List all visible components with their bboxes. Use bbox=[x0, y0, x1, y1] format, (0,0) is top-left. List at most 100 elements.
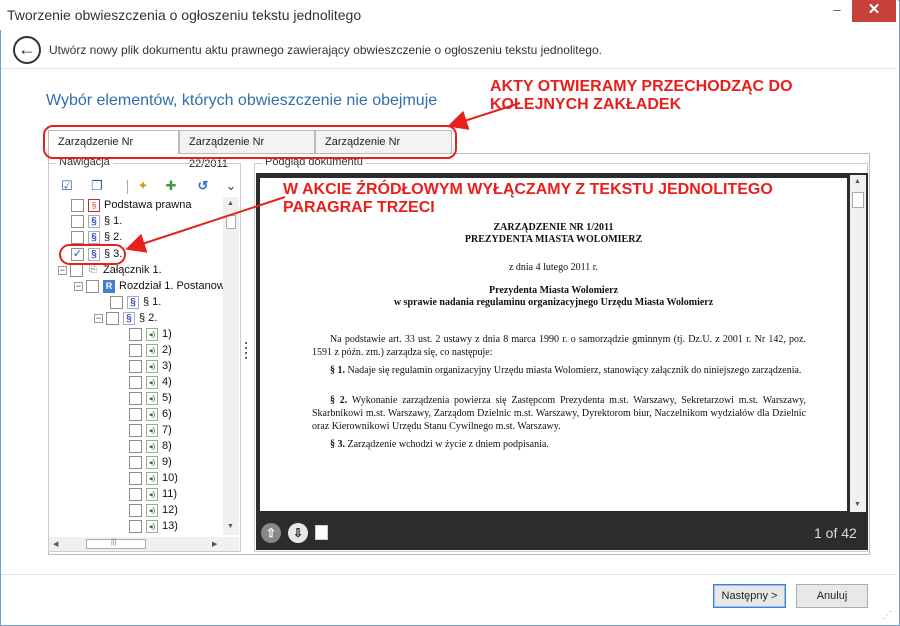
item-highlight-ellipse bbox=[59, 244, 126, 265]
scroll-left-icon[interactable]: ◀ bbox=[53, 540, 58, 548]
tree-checkbox[interactable] bbox=[106, 311, 119, 325]
tree-checkbox[interactable] bbox=[129, 503, 142, 517]
tree-item-zal-par-1[interactable]: § § 1. bbox=[110, 294, 161, 310]
tree-item-podstawa-prawna[interactable]: § Podstawa prawna bbox=[71, 197, 191, 213]
document-vertical-scrollbar[interactable]: ▲ ▼ bbox=[850, 175, 866, 512]
tree-checkbox[interactable] bbox=[129, 487, 142, 501]
tree-item-label: Rozdział 1. Postanow bbox=[119, 280, 223, 292]
chevron-down-icon[interactable]: ⌄ bbox=[223, 178, 239, 194]
close-button[interactable]: ✕ bbox=[852, 0, 896, 22]
expand-icon[interactable]: ✦ bbox=[135, 178, 151, 194]
tree-checkbox[interactable] bbox=[129, 359, 142, 373]
tree-item-point[interactable]: ◂) 9) bbox=[129, 454, 172, 470]
tree-item-point[interactable]: ◂) 12) bbox=[129, 502, 178, 518]
tree-item-label: 2) bbox=[162, 344, 172, 356]
cancel-button[interactable]: Anuluj bbox=[796, 584, 868, 608]
panel-splitter[interactable] bbox=[245, 342, 248, 362]
check-all-icon[interactable]: ☑ bbox=[59, 178, 75, 194]
collapse-toggle[interactable]: − bbox=[58, 265, 67, 275]
tree-item-point[interactable]: ◂) 1) bbox=[129, 326, 172, 342]
back-button[interactable]: ← bbox=[13, 36, 41, 64]
scroll-down-icon[interactable]: ▼ bbox=[854, 501, 861, 508]
tree-item-label: 3) bbox=[162, 360, 172, 372]
scroll-up-icon[interactable]: ▲ bbox=[227, 200, 234, 207]
scroll-up-icon[interactable]: ▲ bbox=[854, 178, 861, 185]
tree-checkbox[interactable] bbox=[129, 423, 142, 437]
scroll-thumb[interactable]: ||| bbox=[86, 539, 146, 549]
tree-item-label: Podstawa prawna bbox=[104, 199, 192, 211]
paragraph-icon: § bbox=[123, 311, 135, 325]
tree-item-label: 11) bbox=[162, 488, 178, 500]
next-page-button[interactable]: ⇩ bbox=[288, 523, 308, 543]
page-icon[interactable] bbox=[315, 525, 328, 540]
previous-page-button[interactable]: ⇧ bbox=[261, 523, 281, 543]
point-icon: ◂) bbox=[146, 439, 158, 453]
tree-item-par-1[interactable]: § § 1. bbox=[71, 213, 122, 229]
scroll-right-icon[interactable]: ▶ bbox=[212, 540, 217, 548]
scroll-thumb[interactable] bbox=[852, 192, 864, 208]
tree-checkbox[interactable] bbox=[71, 214, 84, 228]
tree-item-label: 7) bbox=[162, 424, 172, 436]
doc-paragraph-text: Nadaje się regulamin organizacyjny Urzęd… bbox=[347, 365, 802, 376]
tree-item-point[interactable]: ◂) 11) bbox=[129, 486, 177, 502]
tree-item-rozdzial-1[interactable]: − R Rozdział 1. Postanow bbox=[74, 278, 223, 294]
doc-paragraph-text: Zarządzenie wchodzi w życie z dniem podp… bbox=[347, 439, 549, 450]
doc-paragraph-1: § 1. Nadaje się regulamin organizacyjny … bbox=[312, 364, 806, 377]
tree-item-point[interactable]: ◂) 6) bbox=[129, 406, 172, 422]
tree-checkbox[interactable] bbox=[129, 455, 142, 469]
scroll-thumb[interactable] bbox=[226, 215, 236, 229]
tree-item-point[interactable]: ◂) 8) bbox=[129, 438, 172, 454]
tree-checkbox[interactable] bbox=[129, 439, 142, 453]
point-icon: ◂) bbox=[146, 343, 158, 357]
scroll-down-icon[interactable]: ▼ bbox=[227, 523, 234, 530]
tree-checkbox[interactable] bbox=[129, 375, 142, 389]
window-title: Tworzenie obwieszczenia o ogłoszeniu tek… bbox=[7, 7, 362, 23]
collapse-icon[interactable]: ✚ bbox=[163, 178, 179, 194]
tree-checkbox[interactable] bbox=[86, 279, 99, 293]
tree-item-point[interactable]: ◂) 7) bbox=[129, 422, 172, 438]
point-icon: ◂) bbox=[146, 503, 158, 517]
tree-vertical-scrollbar[interactable]: ▲ ▼ bbox=[223, 197, 239, 535]
minimize-icon[interactable]: – bbox=[822, 0, 852, 22]
doc-paragraph-3: § 3. Zarządzenie wchodzi w życie z dniem… bbox=[312, 438, 806, 451]
tree-checkbox[interactable] bbox=[129, 327, 142, 341]
tree-checkbox[interactable] bbox=[110, 295, 123, 309]
tree-item-point[interactable]: ◂) 13) bbox=[129, 518, 178, 534]
viewer-controls: ⇧ ⇩ 1 of 42 bbox=[256, 515, 868, 550]
tree-item-par-2[interactable]: § § 2. bbox=[71, 229, 122, 245]
tree-item-label: § 2. bbox=[139, 312, 158, 324]
tree-checkbox[interactable] bbox=[70, 263, 83, 277]
next-button[interactable]: Następny > bbox=[713, 584, 786, 608]
collapse-toggle[interactable]: − bbox=[74, 281, 83, 291]
resize-grip-icon[interactable]: ⋰ bbox=[882, 610, 892, 621]
tree-item-label: Załącznik 1. bbox=[103, 264, 162, 276]
doc-heading: ZARZĄDZENIE NR 1/2011 bbox=[493, 222, 614, 233]
tree-checkbox[interactable] bbox=[129, 343, 142, 357]
annotation-tabs: AKTY OTWIERAMY PRZECHODZĄC DO KOLEJNYCH … bbox=[490, 78, 793, 113]
tree-checkbox[interactable] bbox=[129, 471, 142, 485]
refresh-icon[interactable]: ↺ bbox=[195, 178, 211, 194]
tree-checkbox[interactable] bbox=[129, 407, 142, 421]
doc-paragraph-number: § 3. bbox=[330, 439, 345, 450]
doc-paragraph-text: Wykonanie zarządzenia powierza się Zastę… bbox=[312, 395, 806, 432]
doc-paragraph-2: § 2. Wykonanie zarządzenia powierza się … bbox=[312, 394, 806, 433]
tree-horizontal-scrollbar[interactable]: ◀ ||| ▶ bbox=[49, 537, 239, 551]
tree-checkbox[interactable] bbox=[71, 198, 84, 212]
tree-item-point[interactable]: ◂) 3) bbox=[129, 358, 172, 374]
annotation-paragraph: W AKCIE ŹRÓDŁOWYM WYŁĄCZAMY Z TEKSTU JED… bbox=[283, 181, 773, 216]
tree-checkbox[interactable] bbox=[129, 391, 142, 405]
tree-item-zal-par-2[interactable]: − § § 2. bbox=[94, 310, 157, 326]
tree-checkbox[interactable] bbox=[129, 519, 142, 533]
tree-item-point[interactable]: ◂) 2) bbox=[129, 342, 172, 358]
tree-item-label: § 1. bbox=[104, 215, 123, 227]
tree-item-point[interactable]: ◂) 10) bbox=[129, 470, 178, 486]
document-icon: § bbox=[88, 198, 100, 212]
tree-item-label: 12) bbox=[162, 504, 178, 516]
doc-subject: w sprawie nadania regulaminu organizacyj… bbox=[393, 297, 714, 308]
tree-checkbox[interactable] bbox=[71, 230, 84, 244]
header-description: Utwórz nowy plik dokumentu aktu prawnego… bbox=[49, 43, 602, 57]
tree-item-point[interactable]: ◂) 5) bbox=[129, 390, 172, 406]
tree-item-point[interactable]: ◂) 4) bbox=[129, 374, 172, 390]
collapse-toggle[interactable]: − bbox=[94, 313, 103, 323]
uncheck-all-icon[interactable]: ❐ bbox=[89, 178, 105, 194]
